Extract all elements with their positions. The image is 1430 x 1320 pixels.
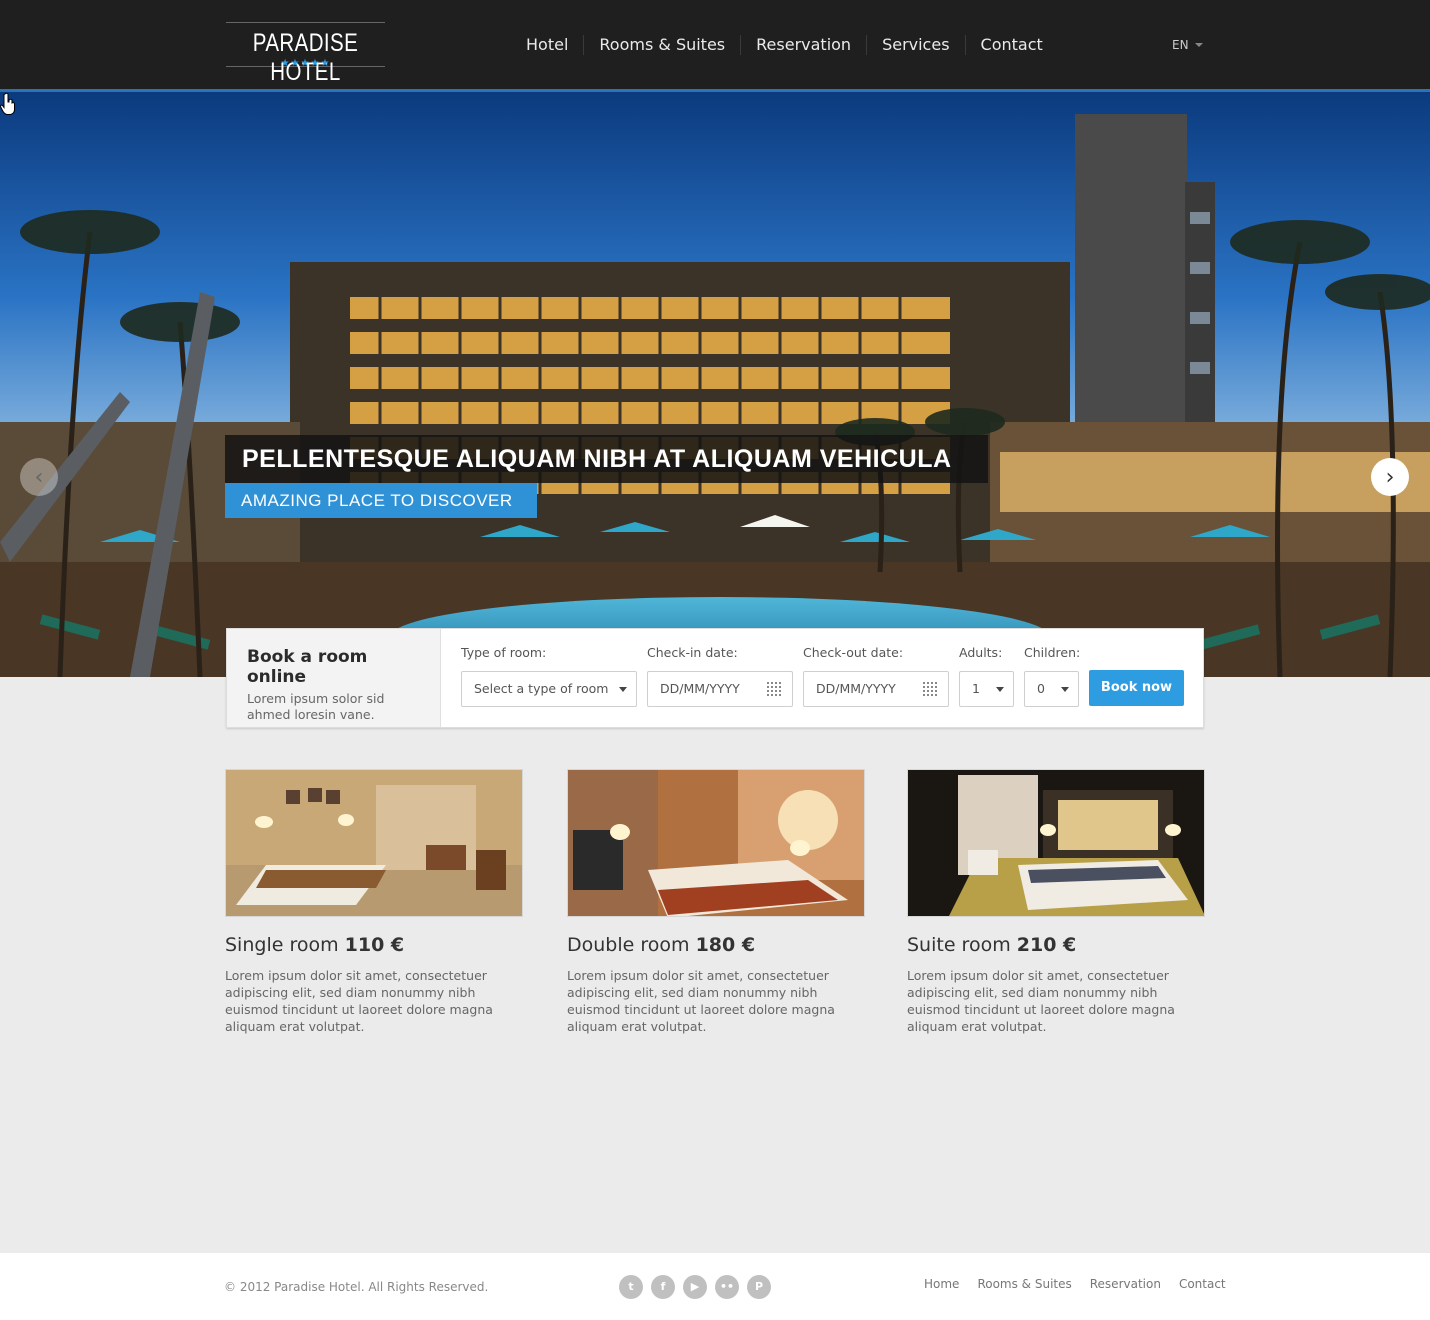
booking-intro: Book a room online Lorem ipsum solor sid… xyxy=(227,629,441,727)
room-description: Lorem ipsum dolor sit amet, consectetuer… xyxy=(567,968,835,1034)
double-room-photo xyxy=(568,770,864,916)
room-card-double: Double room 180 € Lorem ipsum dolor sit … xyxy=(567,769,865,1035)
room-name: Single room xyxy=(225,934,339,956)
twitter-icon[interactable]: t xyxy=(619,1275,643,1299)
checkout-input[interactable]: DD/MM/YYYY xyxy=(803,671,949,707)
slider-next-button[interactable]: › xyxy=(1371,458,1409,496)
chevron-left-icon: ‹ xyxy=(34,464,44,490)
booking-form: Book a room online Lorem ipsum solor sid… xyxy=(226,628,1204,728)
slider-prev-button[interactable]: ‹ xyxy=(20,458,58,496)
chevron-down-icon xyxy=(619,687,627,692)
nav-item-hotel[interactable]: Hotel xyxy=(511,35,583,55)
room-title: Suite room 210 € xyxy=(907,934,1205,958)
room-price: 210 € xyxy=(1016,934,1077,956)
room-image[interactable] xyxy=(907,769,1205,917)
room-title: Single room 110 € xyxy=(225,934,523,958)
hero-image xyxy=(0,92,1430,677)
checkout-placeholder: DD/MM/YYYY xyxy=(816,681,896,696)
single-room-photo xyxy=(226,770,522,916)
checkout-field: Check-out date: DD/MM/YYYY xyxy=(803,645,949,707)
room-image[interactable] xyxy=(225,769,523,917)
site-footer: © 2012 Paradise Hotel. All Rights Reserv… xyxy=(0,1253,1430,1320)
room-name: Double room xyxy=(567,934,690,956)
chevron-down-icon xyxy=(1061,687,1069,692)
room-card-suite: Suite room 210 € Lorem ipsum dolor sit a… xyxy=(907,769,1205,1035)
nav-item-reservation[interactable]: Reservation xyxy=(740,35,866,55)
adults-field: Adults: 1 xyxy=(959,645,1014,707)
chevron-right-icon: › xyxy=(1385,464,1395,490)
slide-subtitle: AMAZING PLACE TO DISCOVER xyxy=(225,483,537,518)
hero-slider: PELLENTESQUE ALIQUAM NIBH AT ALIQUAM VEH… xyxy=(0,92,1430,677)
room-type-field: Type of room: Select a type of room xyxy=(461,645,637,707)
youtube-icon[interactable]: ▶ xyxy=(683,1275,707,1299)
footer-link-reservation[interactable]: Reservation xyxy=(1090,1277,1161,1291)
nav-item-services[interactable]: Services xyxy=(866,35,964,55)
copyright-text: © 2012 Paradise Hotel. All Rights Reserv… xyxy=(224,1280,489,1294)
checkin-field: Check-in date: DD/MM/YYYY xyxy=(647,645,793,707)
booking-title: Book a room online xyxy=(247,647,368,687)
children-label: Children: xyxy=(1024,645,1081,660)
calendar-icon[interactable] xyxy=(767,682,781,696)
room-type-label: Type of room: xyxy=(461,645,547,660)
children-value: 0 xyxy=(1037,681,1045,696)
language-label: EN xyxy=(1172,38,1189,52)
pinterest-icon[interactable]: P xyxy=(747,1275,771,1299)
room-name: Suite room xyxy=(907,934,1011,956)
slide-title: PELLENTESQUE ALIQUAM NIBH AT ALIQUAM VEH… xyxy=(225,435,988,483)
footer-nav: Home Rooms & Suites Reservation Contact xyxy=(924,1277,1226,1291)
room-type-select[interactable]: Select a type of room xyxy=(461,671,637,707)
nav-item-rooms-suites[interactable]: Rooms & Suites xyxy=(583,35,740,55)
calendar-icon[interactable] xyxy=(923,682,937,696)
checkin-input[interactable]: DD/MM/YYYY xyxy=(647,671,793,707)
footer-link-home[interactable]: Home xyxy=(924,1277,959,1291)
room-price: 180 € xyxy=(695,934,756,956)
checkin-label: Check-in date: xyxy=(647,645,738,660)
room-price: 110 € xyxy=(344,934,405,956)
main-nav: Hotel Rooms & Suites Reservation Service… xyxy=(511,30,1058,60)
site-header: PARADISE HOTEL ★★★★★ Hotel Rooms & Suite… xyxy=(0,0,1430,92)
adults-value: 1 xyxy=(972,681,980,696)
footer-link-rooms-suites[interactable]: Rooms & Suites xyxy=(977,1277,1071,1291)
logo-stars: ★★★★★ xyxy=(280,58,331,69)
flickr-icon[interactable]: •• xyxy=(715,1275,739,1299)
room-image[interactable] xyxy=(567,769,865,917)
children-field: Children: 0 xyxy=(1024,645,1081,707)
nav-item-contact[interactable]: Contact xyxy=(964,35,1058,55)
facebook-icon[interactable]: f xyxy=(651,1275,675,1299)
book-now-button[interactable]: Book now xyxy=(1089,670,1184,706)
chevron-down-icon xyxy=(996,687,1004,692)
room-description: Lorem ipsum dolor sit amet, consectetuer… xyxy=(907,968,1175,1034)
footer-link-contact[interactable]: Contact xyxy=(1179,1277,1226,1291)
language-selector[interactable]: EN xyxy=(1172,38,1203,52)
children-select[interactable]: 0 xyxy=(1024,671,1079,707)
adults-select[interactable]: 1 xyxy=(959,671,1014,707)
logo[interactable]: PARADISE HOTEL ★★★★★ xyxy=(226,22,385,86)
checkout-label: Check-out date: xyxy=(803,645,904,660)
suite-room-photo xyxy=(908,770,1204,916)
checkin-placeholder: DD/MM/YYYY xyxy=(660,681,740,696)
chevron-down-icon xyxy=(1194,43,1203,47)
room-card-single: Single room 110 € Lorem ipsum dolor sit … xyxy=(225,769,523,1035)
hand-cursor-icon xyxy=(0,92,15,115)
adults-label: Adults: xyxy=(959,645,1003,660)
social-links: t f ▶ •• P xyxy=(619,1275,771,1299)
booking-description: Lorem ipsum solor sid ahmed loresin vane… xyxy=(247,691,385,722)
room-title: Double room 180 € xyxy=(567,934,865,958)
room-description: Lorem ipsum dolor sit amet, consectetuer… xyxy=(225,968,493,1034)
room-type-value: Select a type of room xyxy=(474,681,609,696)
